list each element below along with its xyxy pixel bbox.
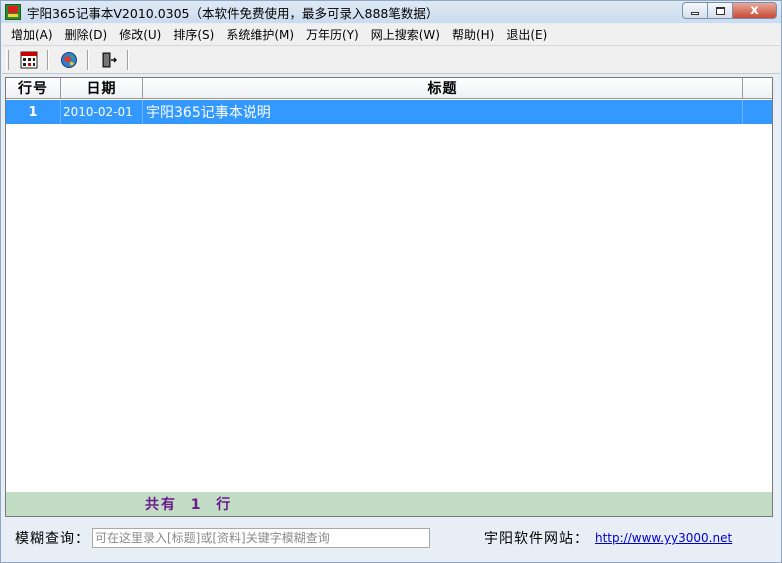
menu-maintenance[interactable]: 系统维护(M) xyxy=(220,25,300,45)
table-row[interactable]: 1 2010-02-01 宇阳365记事本说明 xyxy=(6,100,772,124)
notes-table: 行号 日期 标题 1 2010-02-01 宇阳365记事本说明 共有 1 行 xyxy=(5,77,773,517)
web-button[interactable] xyxy=(57,49,81,71)
toolbar xyxy=(2,47,780,74)
exit-door-icon xyxy=(102,52,117,68)
menu-calendar[interactable]: 万年历(Y) xyxy=(300,25,365,45)
menu-sort[interactable]: 排序(S) xyxy=(167,25,220,45)
column-header-date[interactable]: 日期 xyxy=(61,78,143,99)
cell-filler xyxy=(743,100,772,124)
minimize-button[interactable] xyxy=(682,2,708,19)
menu-help[interactable]: 帮助(H) xyxy=(446,25,500,45)
cell-row-no: 1 xyxy=(6,100,61,124)
menu-edit[interactable]: 修改(U) xyxy=(113,25,167,45)
cell-date: 2010-02-01 xyxy=(61,100,143,124)
calendar-icon xyxy=(20,51,38,69)
app-logo-icon xyxy=(5,4,21,20)
website-link[interactable]: http://www.yy3000.net xyxy=(595,531,732,545)
table-header: 行号 日期 标题 xyxy=(6,78,772,99)
close-icon: x xyxy=(750,3,759,18)
window-title: 宇阳365记事本V2010.0305（本软件免费使用，最多可录入888笔数据） xyxy=(27,5,439,21)
toolbar-grip[interactable] xyxy=(6,50,9,70)
menu-web-search[interactable]: 网上搜索(W) xyxy=(365,25,446,45)
menu-bar: 增加(A) 删除(D) 修改(U) 排序(S) 系统维护(M) 万年历(Y) 网… xyxy=(2,24,780,46)
window-controls: x xyxy=(682,2,777,19)
column-header-row-no[interactable]: 行号 xyxy=(6,78,61,99)
menu-add[interactable]: 增加(A) xyxy=(2,25,59,45)
search-bar: 模糊查询： 宇阳软件网站： http://www.yy3000.net xyxy=(5,521,773,555)
row-count-text: 共有 1 行 xyxy=(145,497,233,513)
menu-delete[interactable]: 删除(D) xyxy=(59,25,114,45)
app-window: 宇阳365记事本V2010.0305（本软件免费使用，最多可录入888笔数据） … xyxy=(0,0,782,563)
website-label: 宇阳软件网站： xyxy=(484,531,589,547)
menu-exit[interactable]: 退出(E) xyxy=(500,25,553,45)
row-count-status: 共有 1 行 xyxy=(6,492,772,516)
toolbar-separator xyxy=(127,50,129,70)
search-input[interactable] xyxy=(92,528,430,548)
column-header-title[interactable]: 标题 xyxy=(143,78,743,99)
maximize-button[interactable] xyxy=(708,2,733,19)
calendar-button[interactable] xyxy=(17,49,41,71)
cell-title: 宇阳365记事本说明 xyxy=(143,100,743,124)
close-button[interactable]: x xyxy=(733,2,777,19)
toolbar-separator xyxy=(47,50,49,70)
globe-icon xyxy=(61,52,77,68)
toolbar-separator xyxy=(87,50,89,70)
title-bar[interactable]: 宇阳365记事本V2010.0305（本软件免费使用，最多可录入888笔数据） … xyxy=(1,1,781,23)
exit-button[interactable] xyxy=(97,49,121,71)
minimize-icon xyxy=(691,12,699,15)
maximize-icon xyxy=(715,6,725,15)
column-header-filler xyxy=(743,78,772,99)
search-label: 模糊查询： xyxy=(15,531,90,547)
